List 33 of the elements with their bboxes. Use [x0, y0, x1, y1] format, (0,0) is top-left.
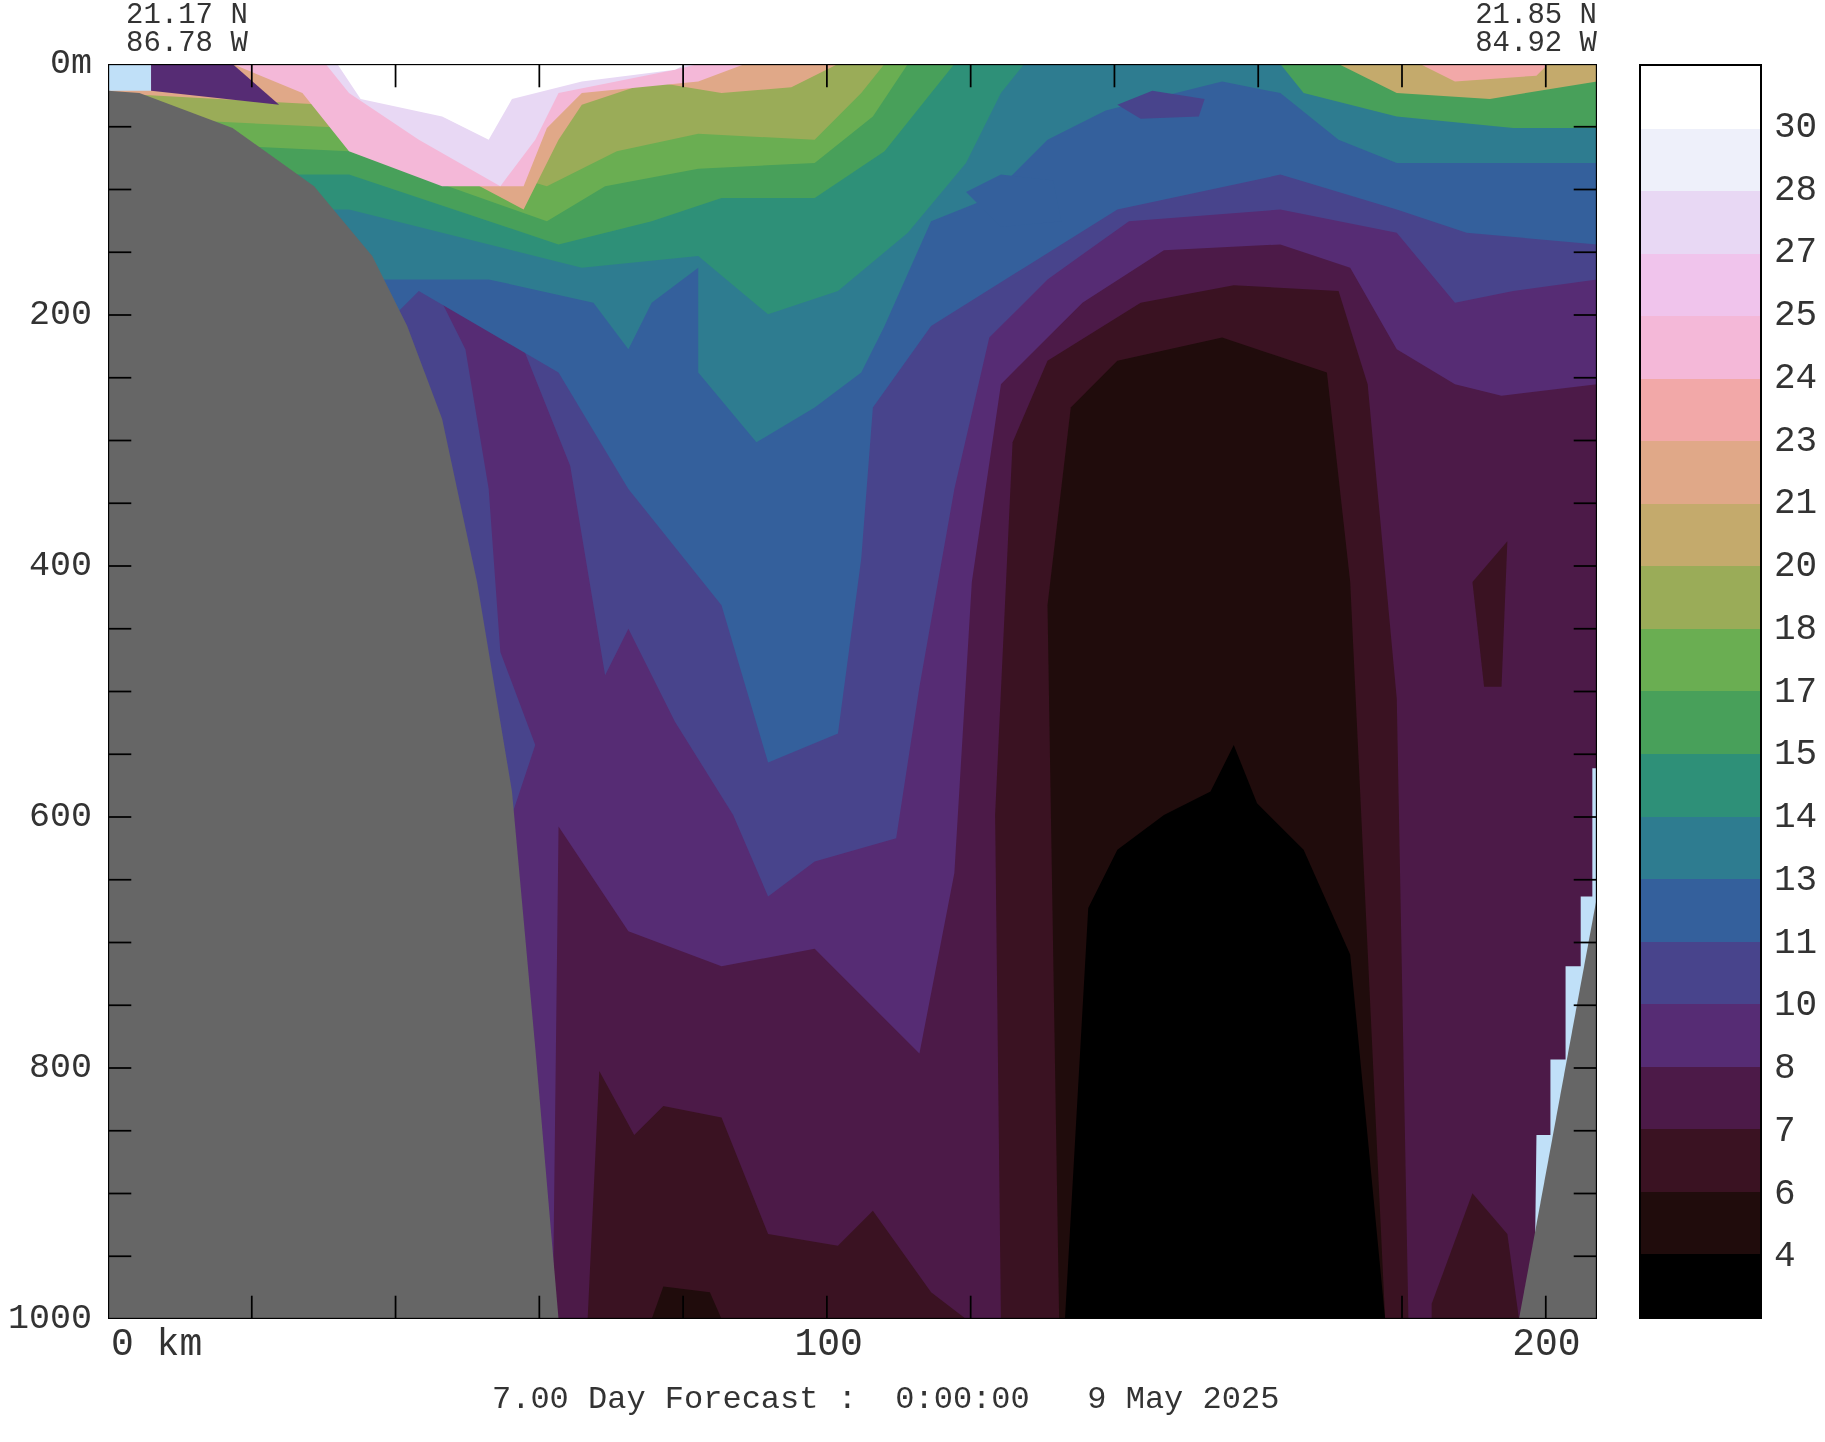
depth-axis-label: 200	[29, 295, 92, 335]
distance-axis-label: 200	[1512, 1323, 1581, 1366]
colorbar-label: 30	[1774, 106, 1818, 148]
colorbar-label: 24	[1774, 357, 1818, 399]
colorbar-label: 23	[1774, 420, 1818, 461]
latitude-label: 21.85 N	[1475, 2, 1597, 30]
colorbar-label: 10	[1774, 984, 1818, 1026]
longitude-label: 84.92 W	[1475, 30, 1597, 58]
colorbar-label: 25	[1774, 294, 1818, 336]
depth-axis-label: 0m	[50, 44, 92, 84]
colorbar-label: 11	[1774, 922, 1818, 963]
colorbar-label: 7	[1774, 1110, 1796, 1152]
colorbar-label: 13	[1774, 859, 1818, 901]
depth-axis-label: 800	[29, 1048, 92, 1088]
depth-axis-label: 400	[29, 546, 92, 586]
depth-axis-label: 1000	[8, 1299, 92, 1339]
colorbar-label: 18	[1774, 608, 1818, 650]
latitude-label: 21.17 N	[126, 2, 248, 30]
distance-axis-label: 0 km	[110, 1323, 203, 1366]
colorbar-label: 20	[1774, 545, 1818, 587]
colorbar-label: 21	[1774, 482, 1818, 524]
colorbar-label: 17	[1774, 671, 1818, 712]
colorbar-label: 15	[1774, 733, 1818, 775]
colorbar-label: 28	[1774, 169, 1818, 210]
colorbar-label: 8	[1774, 1047, 1796, 1089]
depth-axis-label: 600	[29, 797, 92, 837]
colorbar-label: 14	[1774, 796, 1818, 838]
colorbar-label: 27	[1774, 231, 1818, 273]
longitude-label: 86.78 W	[126, 30, 248, 58]
colorbar-label: 6	[1774, 1173, 1796, 1214]
distance-axis-label: 100	[794, 1323, 863, 1366]
colorbar-label: 4	[1774, 1235, 1796, 1277]
forecast-caption: 7.00 Day Forecast : 0:00:00 9 May 2025	[491, 1380, 1281, 1420]
